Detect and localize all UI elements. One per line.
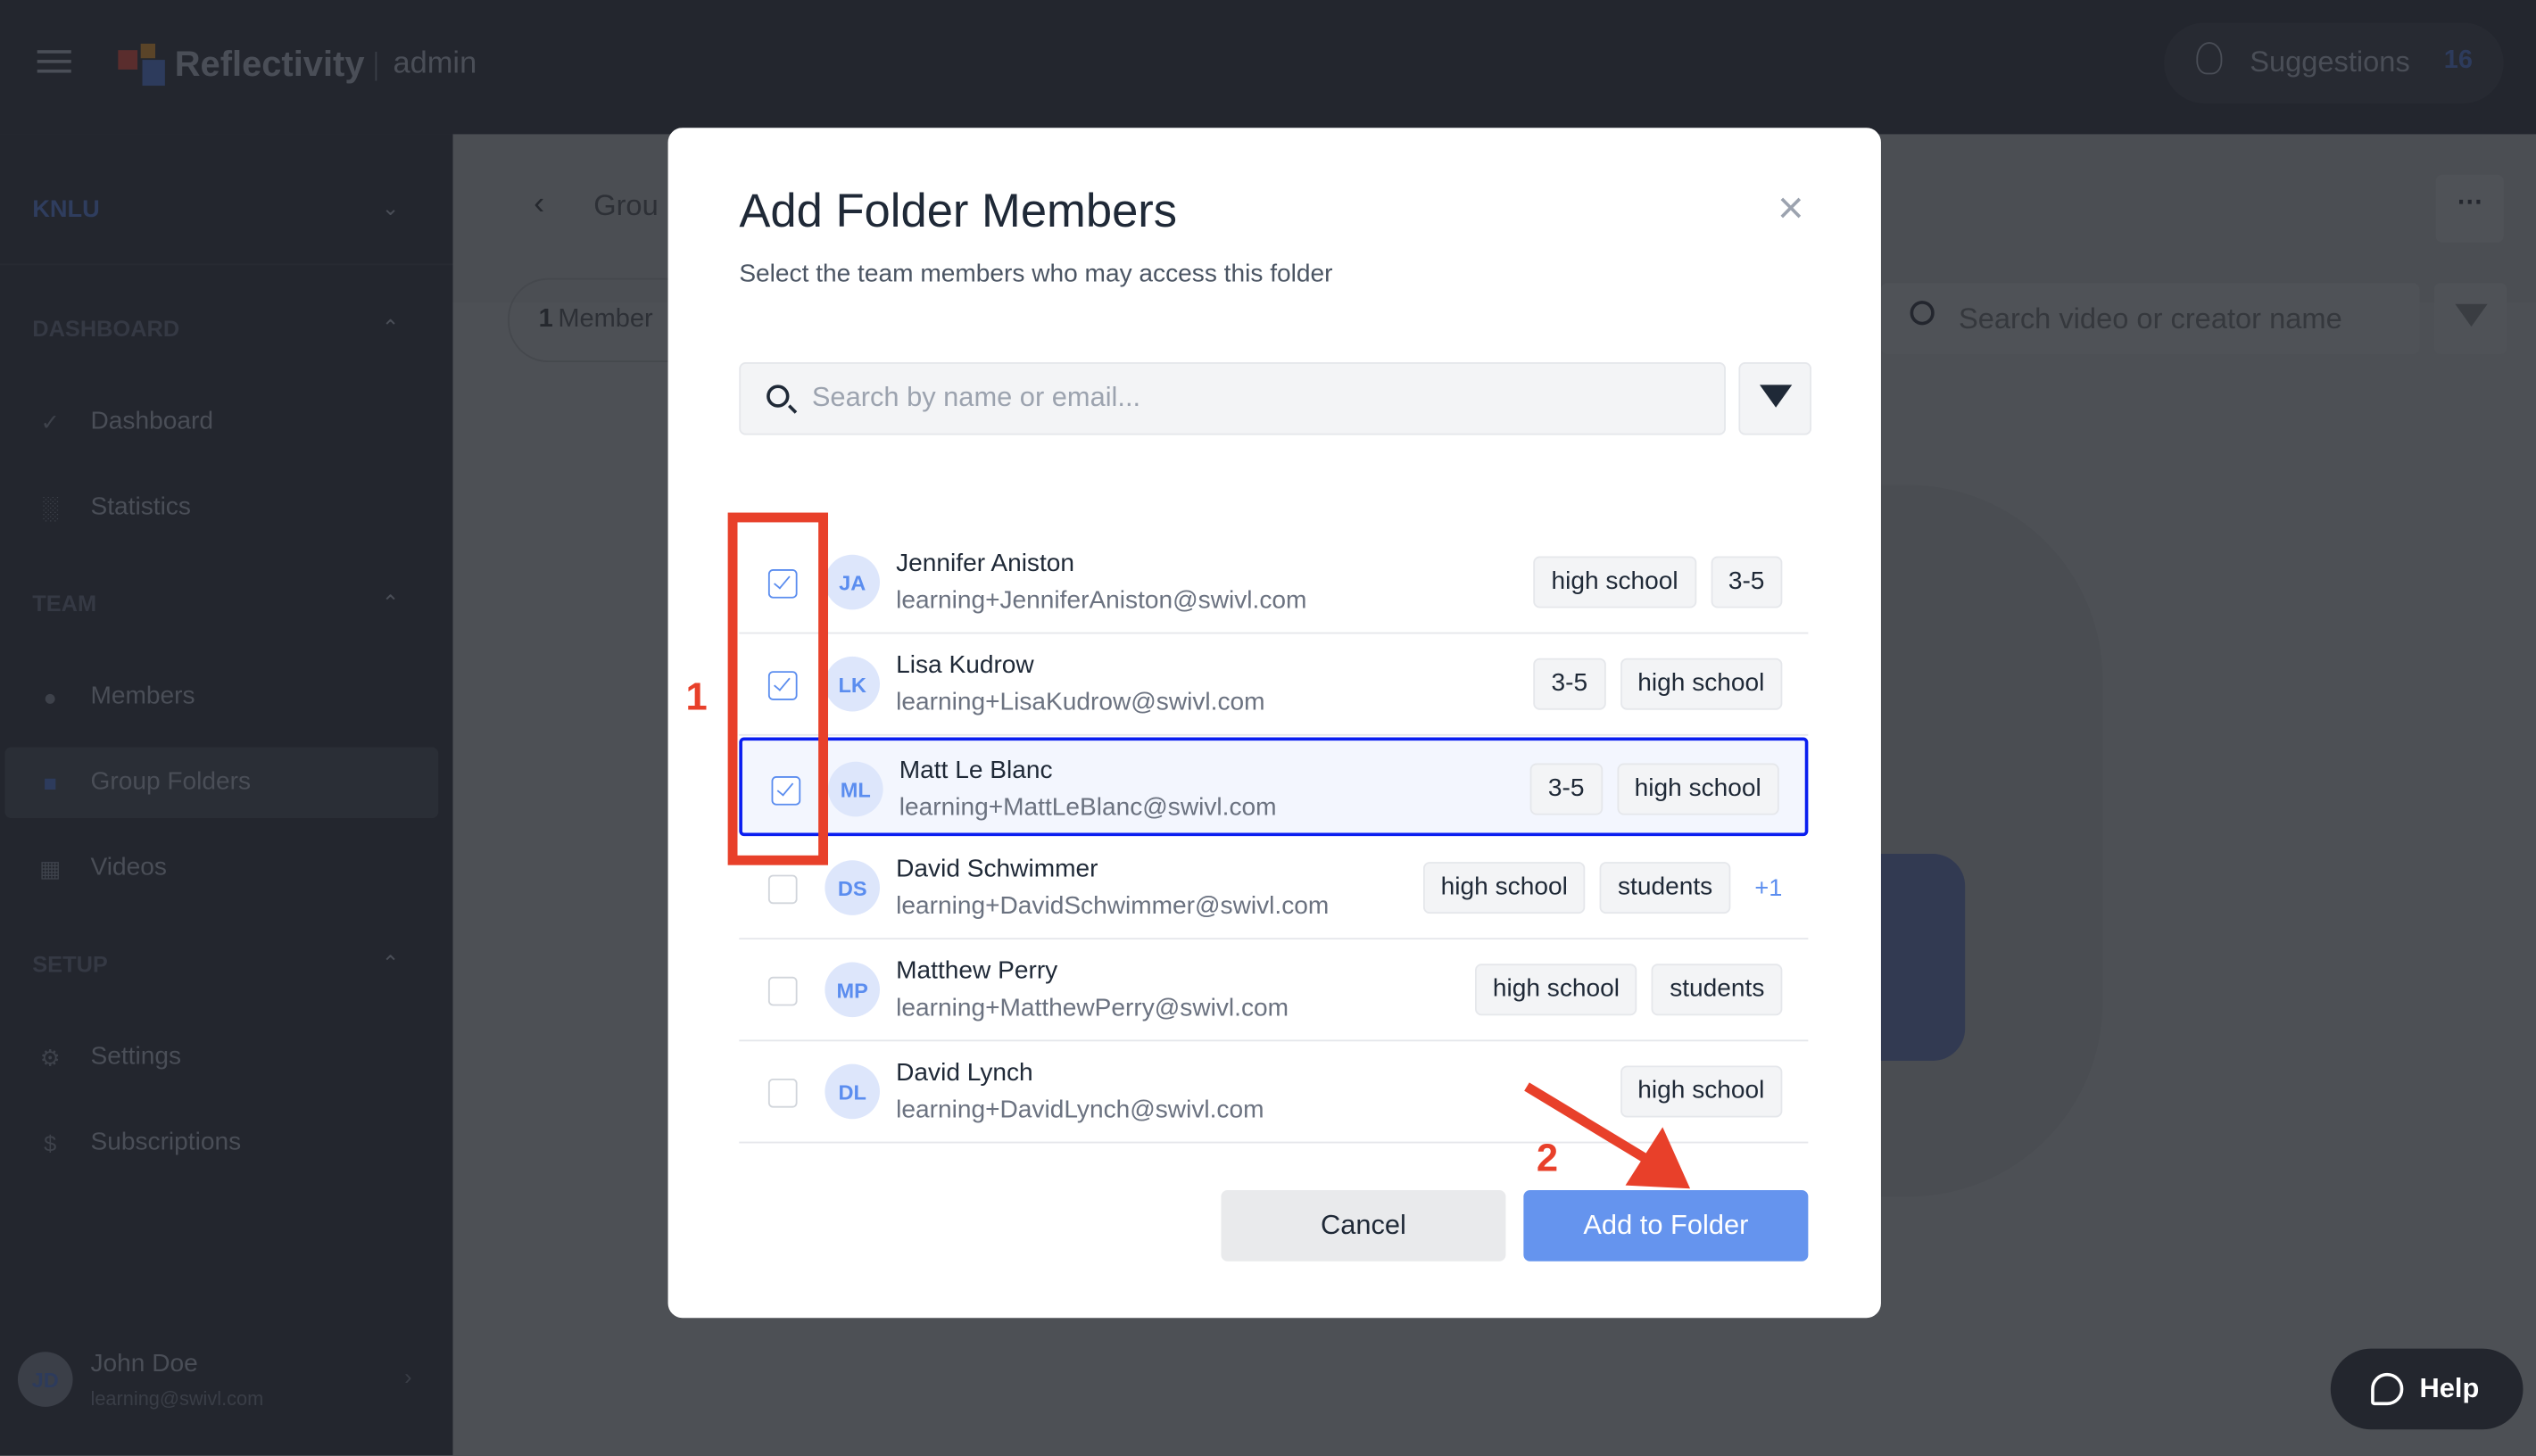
annotation-arrow-icon (1524, 1082, 1691, 1189)
app-screen: Reflectivity admin Suggestions 16 KNLU ⌄… (0, 0, 2536, 1456)
